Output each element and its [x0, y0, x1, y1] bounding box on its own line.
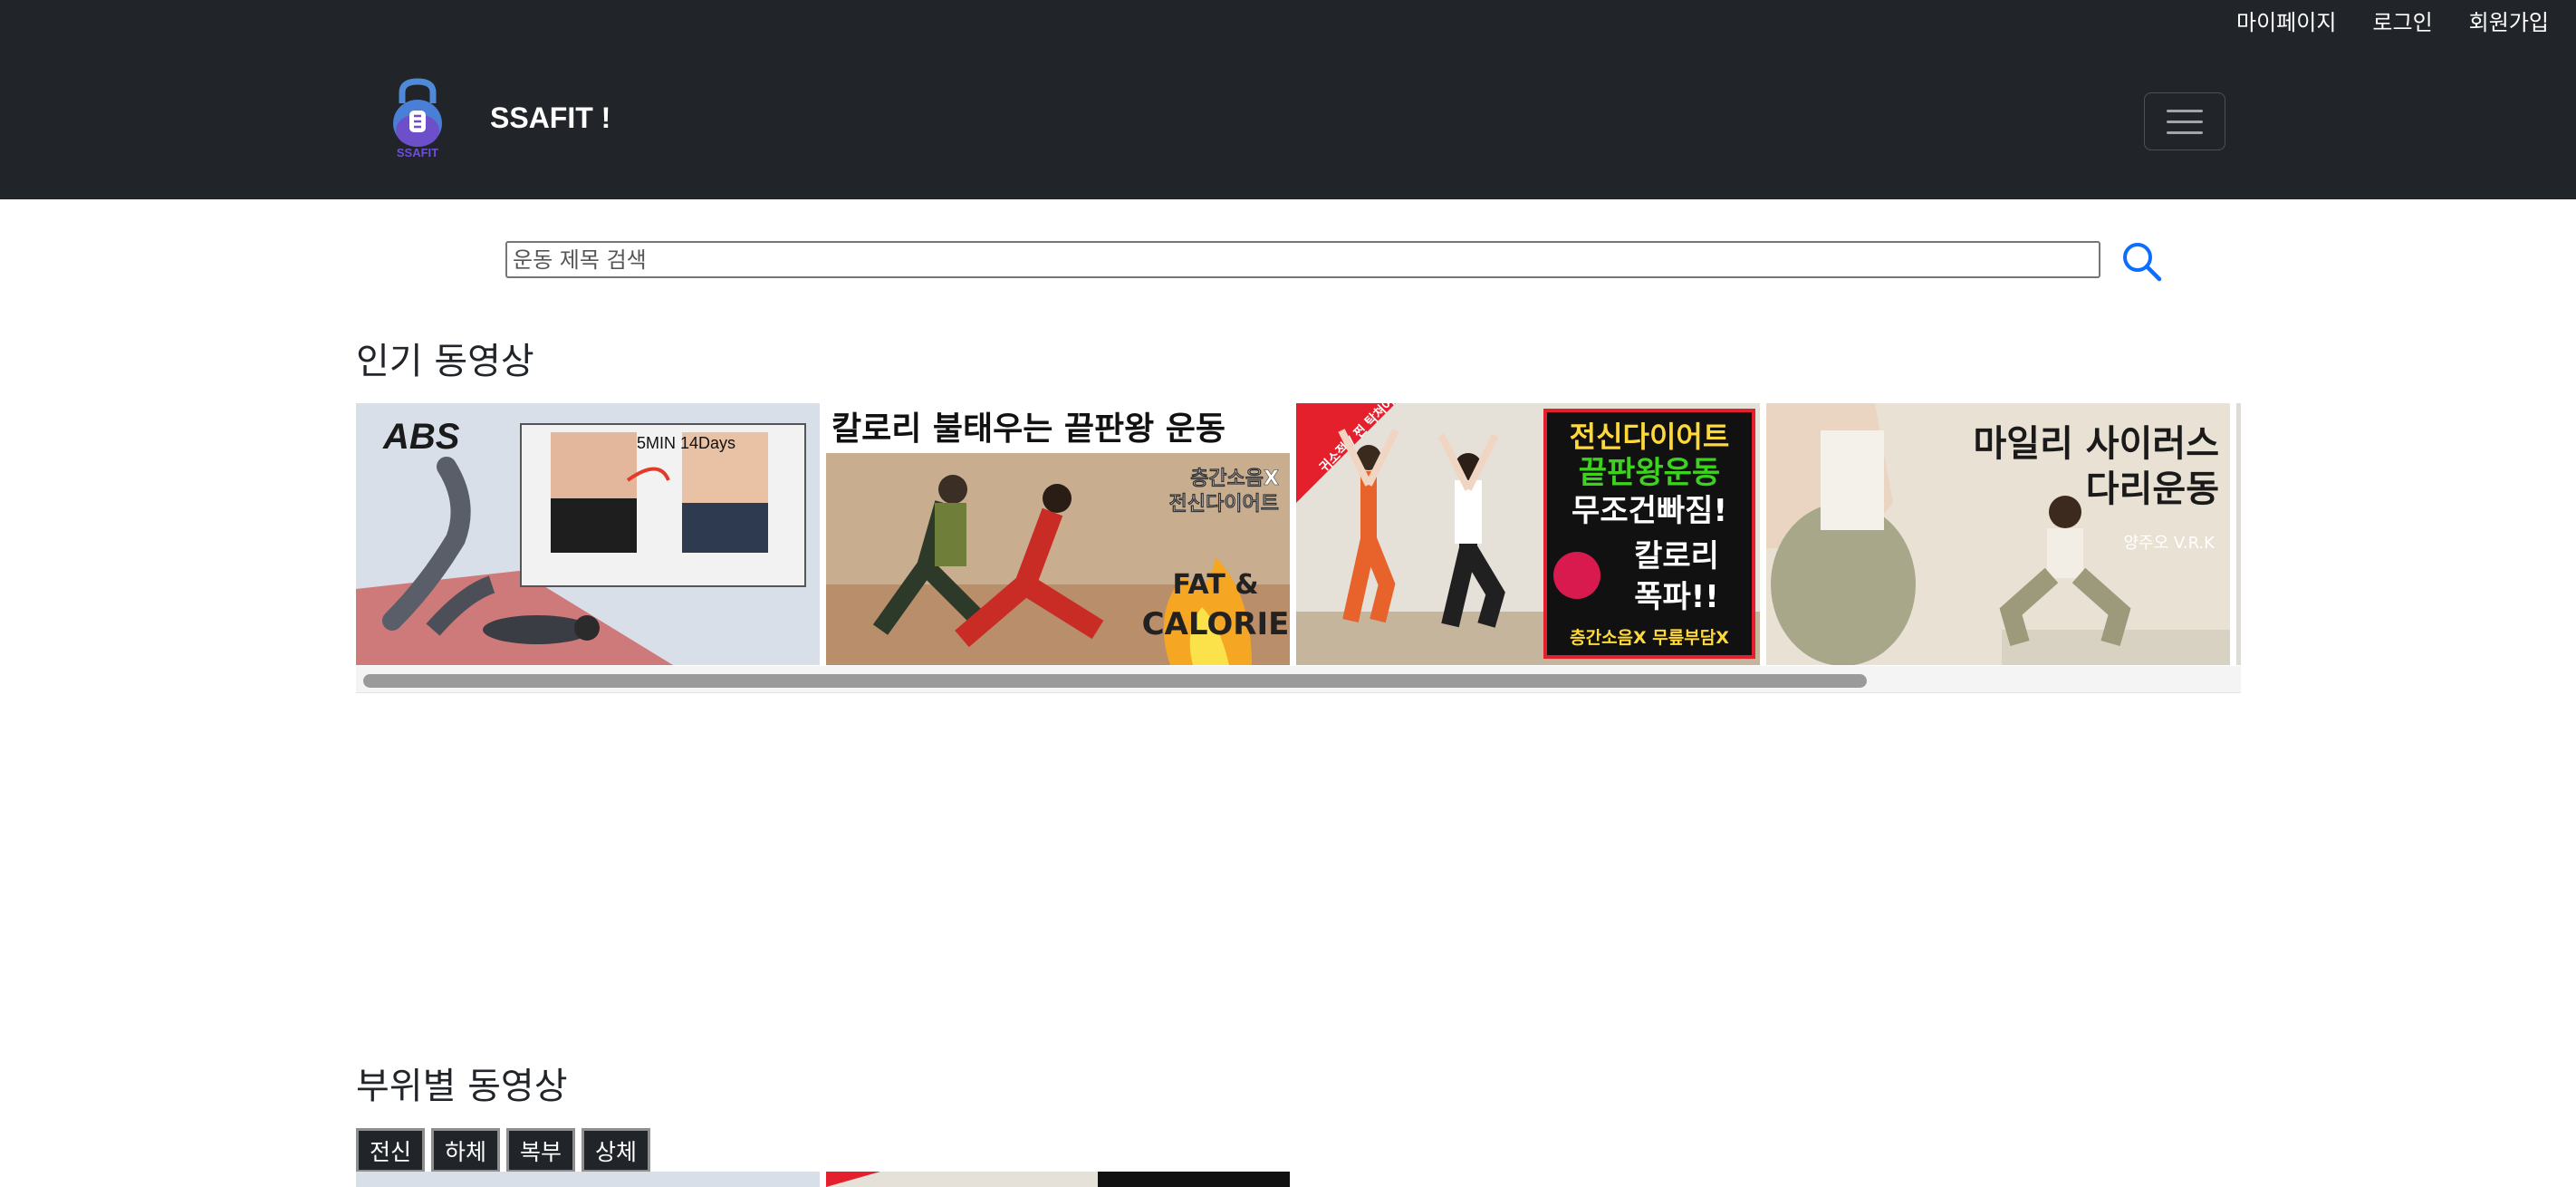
thumb2-title: 칼로리 불태우는 끝판왕 운동 [831, 410, 1226, 448]
carousel-scrollbar[interactable] [356, 666, 2241, 693]
thumb2-sub1: 층간소음X [1190, 468, 1279, 490]
thumbnail-image [356, 1172, 820, 1187]
thumbnail-image: ABS 5MIN 14Days [356, 403, 820, 665]
thumb4-tag: 양주오 V.R.K [2123, 534, 2216, 553]
thumb2-calorie: CALORIE [1142, 606, 1290, 642]
video-thumbnail-leg-workout[interactable]: 마일리 사이러스 다리운동 양주오 V.R.K [1766, 403, 2230, 665]
thumbnail-image [826, 1172, 1290, 1187]
tab-upper-body[interactable]: 상체 [582, 1128, 651, 1173]
video-thumbnail-partial[interactable] [2236, 403, 2241, 665]
thumb3-line6: 층간소음X 무릎부담X [1570, 628, 1729, 648]
thumbnail-image: 귀소적 / 찐 탁쳐여분엇 전신다이어트 끝판왕운동 무조건빠짐! 칼로리 폭파… [1296, 403, 1760, 665]
thumb3-line1: 전신다이어트 [1570, 420, 1730, 454]
thumb2-sub2: 전신다이어트 [1169, 493, 1279, 516]
thumb3-line5: 폭파!! [1634, 579, 1719, 615]
logo-text: SSAFIT [397, 146, 438, 159]
popular-videos-carousel: ABS 5MIN 14Days 칼로리 불태우는 끝판왕 운동 층간소음X 전신… [356, 403, 2241, 693]
category-videos-title: 부위별 동영상 [356, 1066, 568, 1107]
brand-title[interactable]: SSAFIT ! [490, 101, 610, 135]
thumb3-line4: 칼로리 [1634, 538, 1719, 574]
popular-videos-title: 인기 동영상 [356, 341, 534, 382]
hamburger-icon-bar [2167, 120, 2203, 123]
tab-full-body[interactable]: 전신 [356, 1128, 426, 1173]
top-links: 마이페이지 로그인 회원가입 [2236, 2, 2549, 38]
thumb3-line3: 무조건빠짐! [1572, 493, 1727, 529]
thumbnail-image [2236, 403, 2241, 665]
carousel-track: ABS 5MIN 14Days 칼로리 불태우는 끝판왕 운동 층간소음X 전신… [356, 403, 2241, 666]
thumb4-line1: 마일리 사이러스 [1973, 423, 2219, 465]
hamburger-icon-bar [2167, 130, 2203, 134]
tab-lower-body[interactable]: 하체 [431, 1128, 501, 1173]
thumb4-line2: 다리운동 [2086, 468, 2219, 510]
thumb2-fat: FAT & [1172, 569, 1258, 601]
thumb1-note: 5MIN 14Days [637, 434, 735, 452]
category-video-thumbnail[interactable] [826, 1172, 1290, 1187]
video-thumbnail-calorie-burn[interactable]: 칼로리 불태우는 끝판왕 운동 층간소음X 전신다이어트 FAT & CALOR… [826, 403, 1290, 665]
video-thumbnail-abs[interactable]: ABS 5MIN 14Days [356, 403, 820, 665]
search-icon[interactable] [2119, 239, 2163, 283]
thumb1-badge: ABS [382, 417, 460, 457]
thumbnail-image: 칼로리 불태우는 끝판왕 운동 층간소음X 전신다이어트 FAT & CALOR… [826, 403, 1290, 665]
hamburger-icon-bar [2167, 109, 2203, 112]
top-navbar: 마이페이지 로그인 회원가입 SSAFIT SSAFIT ! [0, 0, 2576, 199]
thumbnail-image: 마일리 사이러스 다리운동 양주오 V.R.K [1766, 403, 2230, 665]
menu-toggle-button[interactable] [2144, 92, 2225, 150]
tab-abs[interactable]: 복부 [506, 1128, 576, 1173]
kettlebell-logo-icon[interactable]: SSAFIT [388, 76, 447, 161]
category-video-thumbnail[interactable] [356, 1172, 820, 1187]
mypage-link[interactable]: 마이페이지 [2236, 5, 2336, 36]
search-input[interactable] [505, 241, 2100, 278]
category-tabs: 전신 하체 복부 상체 [356, 1128, 651, 1173]
thumb3-line2: 끝판왕운동 [1579, 455, 1720, 491]
signup-link[interactable]: 회원가입 [2469, 5, 2549, 36]
video-thumbnail-full-body-diet[interactable]: 귀소적 / 찐 탁쳐여분엇 전신다이어트 끝판왕운동 무조건빠짐! 칼로리 폭파… [1296, 403, 1760, 665]
login-link[interactable]: 로그인 [2372, 5, 2432, 36]
category-video-list [356, 1172, 1292, 1187]
carousel-scrollbar-thumb[interactable] [363, 674, 1867, 688]
